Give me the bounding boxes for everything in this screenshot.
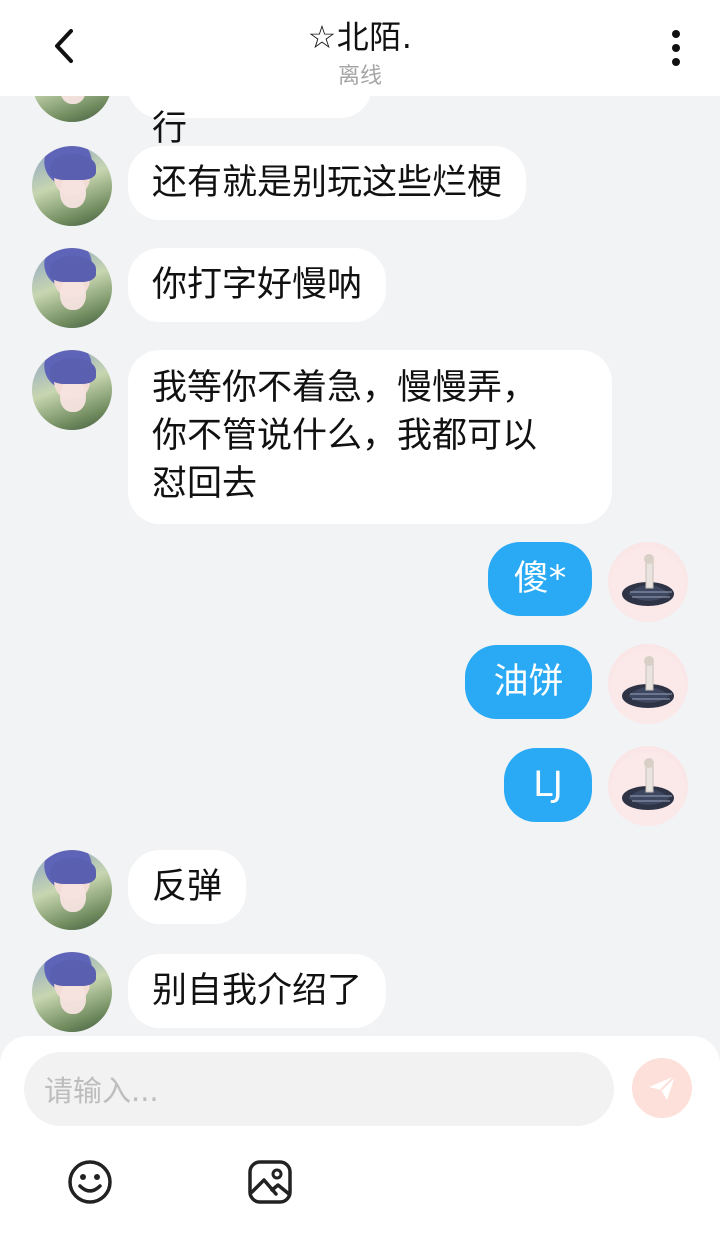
image-icon — [248, 1160, 292, 1204]
message-text: 反弹 — [152, 867, 223, 907]
more-options-button[interactable] — [656, 26, 696, 70]
message-line: 我等你不着急，慢慢弄， — [152, 368, 538, 408]
message-input[interactable]: 请输入... — [24, 1052, 614, 1126]
online-status: 离线 — [337, 64, 382, 89]
chat-area[interactable]: 不 就 就 不 行 还有就是别玩这些烂梗 你打字好慢呐 我等你不着急，慢慢弄， … — [0, 0, 720, 1040]
message-line: 怼回去 — [152, 464, 258, 504]
friend-avatar[interactable] — [32, 952, 112, 1032]
my-avatar[interactable] — [608, 746, 688, 826]
my-message-bubble: 油饼 — [465, 645, 592, 719]
friend-avatar[interactable] — [32, 248, 112, 328]
friend-message-bubble: 别自我介绍了 — [128, 954, 387, 1028]
friend-avatar[interactable] — [32, 350, 112, 430]
input-placeholder: 请输入... — [44, 1074, 159, 1108]
emoji-icon — [68, 1160, 112, 1204]
send-button[interactable] — [632, 1058, 692, 1118]
emoji-button[interactable] — [66, 1158, 114, 1206]
friend-message-bubble: 我等你不着急，慢慢弄， 你不管说什么，我都可以 怼回去 — [128, 350, 612, 524]
friend-message-bubble: 你打字好慢呐 — [128, 248, 387, 322]
my-message-bubble: LJ — [504, 748, 592, 822]
friend-avatar[interactable] — [32, 850, 112, 930]
message-line: 你不管说什么，我都可以 — [152, 416, 538, 456]
message-text: 你打字好慢呐 — [152, 265, 363, 305]
message-text: 还有就是别玩这些烂梗 — [152, 163, 503, 203]
image-button[interactable] — [246, 1158, 294, 1206]
chat-header: ☆北陌. 离线 — [0, 0, 720, 96]
my-avatar[interactable] — [608, 644, 688, 724]
send-icon — [649, 1075, 676, 1100]
message-text: 别自我介绍了 — [152, 971, 363, 1011]
composer-bar: 请输入... — [0, 1036, 720, 1244]
chat-title: ☆北陌. — [307, 18, 413, 56]
message-text: 油饼 — [493, 662, 564, 702]
message-text: 傻* — [513, 559, 567, 599]
my-avatar[interactable] — [608, 542, 688, 622]
message-text: LJ — [533, 765, 563, 805]
friend-avatar[interactable] — [32, 146, 112, 226]
friend-message-bubble: 还有就是别玩这些烂梗 — [128, 146, 527, 220]
friend-message-bubble: 反弹 — [128, 850, 247, 924]
more-vertical-icon — [672, 30, 680, 66]
my-message-bubble: 傻* — [488, 542, 592, 616]
